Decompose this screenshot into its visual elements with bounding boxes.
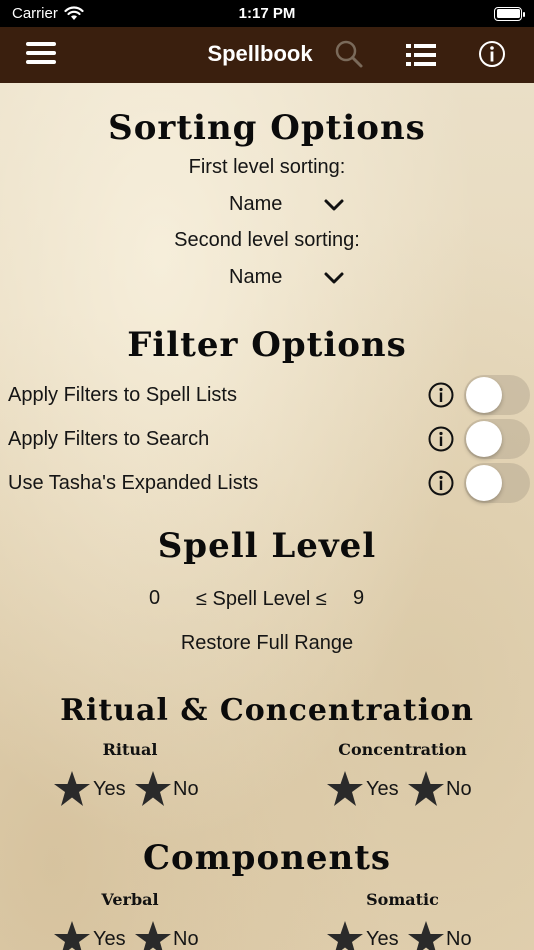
ritual-no-label[interactable]: No xyxy=(173,778,199,801)
nav-bar: Spellbook xyxy=(0,27,534,83)
star-icon[interactable] xyxy=(53,770,91,808)
chevron-down-icon xyxy=(324,199,344,211)
apply-filters-search-toggle[interactable] xyxy=(464,419,530,459)
somatic-yes-label[interactable]: Yes xyxy=(366,928,399,950)
somatic-label: Somatic xyxy=(366,890,439,909)
info-icon[interactable] xyxy=(428,470,454,496)
chevron-down-icon xyxy=(324,272,344,284)
star-icon[interactable] xyxy=(326,770,364,808)
sorting-options-heading: Sorting Options xyxy=(108,108,426,148)
concentration-yes-label[interactable]: Yes xyxy=(366,778,399,801)
status-bar: Carrier 1:17 PM xyxy=(0,0,534,27)
concentration-no-label[interactable]: No xyxy=(446,778,472,801)
filter-row-label: Apply Filters to Search xyxy=(8,428,210,450)
first-sort-value: Name xyxy=(229,193,283,215)
carrier-label: Carrier xyxy=(12,5,58,22)
star-icon[interactable] xyxy=(53,920,91,950)
second-sort-picker[interactable]: Name xyxy=(229,266,354,292)
star-icon[interactable] xyxy=(407,770,445,808)
concentration-label: Concentration xyxy=(338,740,467,759)
filter-content[interactable]: Sorting Options First level sorting: Nam… xyxy=(0,83,534,950)
ritual-concentration-heading: Ritual & Concentration xyxy=(60,693,474,728)
spell-level-heading: Spell Level xyxy=(157,526,377,566)
star-icon[interactable] xyxy=(134,770,172,808)
first-sort-picker[interactable]: Name xyxy=(229,193,354,219)
verbal-label: Verbal xyxy=(101,890,159,909)
restore-full-range-button[interactable]: Restore Full Range xyxy=(0,632,534,655)
spell-level-max[interactable]: 9 xyxy=(353,587,364,610)
info-icon[interactable] xyxy=(428,426,454,452)
list-icon[interactable] xyxy=(406,42,436,68)
star-icon[interactable] xyxy=(326,920,364,950)
first-sort-label: First level sorting: xyxy=(188,156,346,178)
filter-options-heading: Filter Options xyxy=(127,325,407,365)
battery-icon xyxy=(494,6,525,21)
filter-row-label: Apply Filters to Spell Lists xyxy=(8,384,237,406)
ritual-yes-label[interactable]: Yes xyxy=(93,778,126,801)
nav-title: Spellbook xyxy=(207,41,313,66)
somatic-no-label[interactable]: No xyxy=(446,928,472,950)
components-heading: Components xyxy=(142,838,392,878)
star-icon[interactable] xyxy=(134,920,172,950)
hamburger-icon[interactable] xyxy=(26,42,56,68)
apply-filters-spell-lists-toggle[interactable] xyxy=(464,375,530,415)
star-icon[interactable] xyxy=(407,920,445,950)
info-icon[interactable] xyxy=(478,40,506,68)
search-icon[interactable] xyxy=(334,39,364,69)
wifi-icon xyxy=(64,6,84,20)
tasha-expanded-lists-toggle[interactable] xyxy=(464,463,530,503)
second-sort-value: Name xyxy=(229,266,283,288)
carrier-group: Carrier xyxy=(12,5,84,22)
ritual-label: Ritual xyxy=(102,740,158,759)
spell-level-min[interactable]: 0 xyxy=(149,587,160,610)
spell-level-range-label: ≤ Spell Level ≤ xyxy=(196,588,327,610)
verbal-no-label[interactable]: No xyxy=(173,928,199,950)
verbal-yes-label[interactable]: Yes xyxy=(93,928,126,950)
filter-row-label: Use Tasha's Expanded Lists xyxy=(8,472,259,494)
second-sort-label: Second level sorting: xyxy=(174,229,360,251)
info-icon[interactable] xyxy=(428,382,454,408)
